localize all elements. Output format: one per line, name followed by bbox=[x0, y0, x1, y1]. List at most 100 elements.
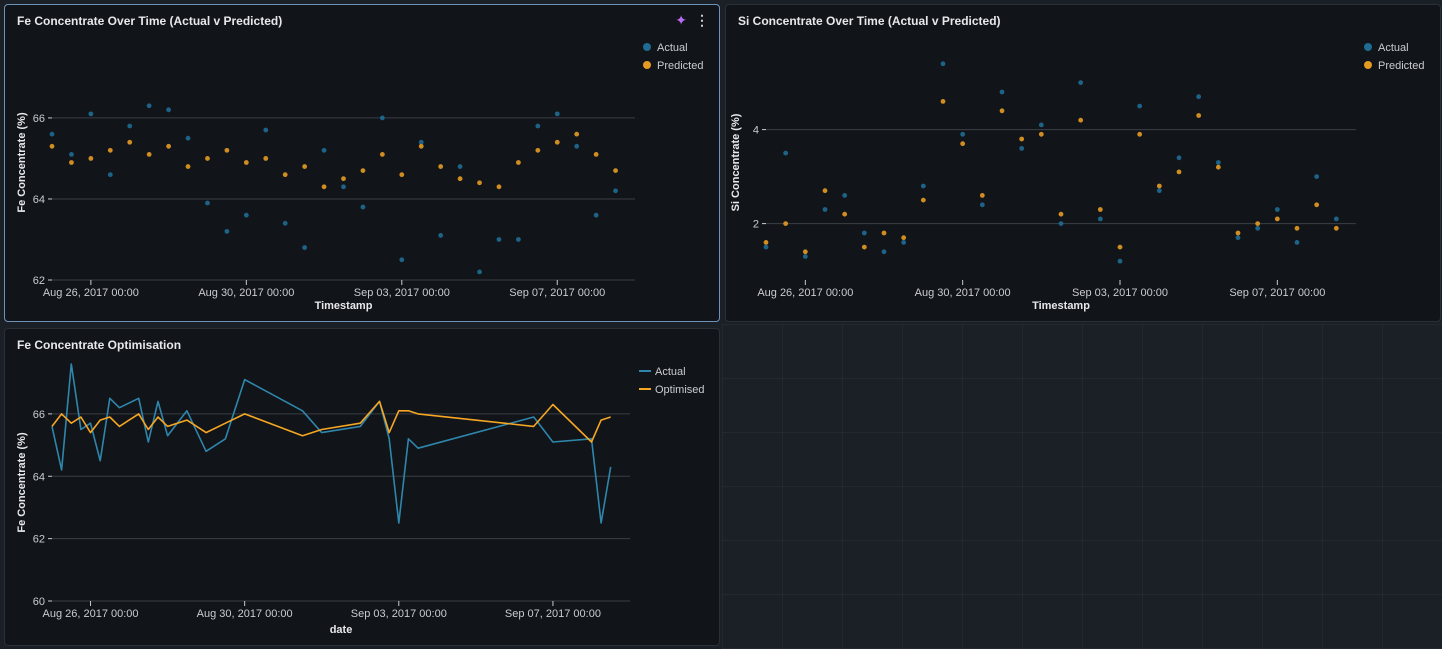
data-point-actual bbox=[783, 150, 789, 156]
fe-scatter-chart: 62 64 66 Aug 26, 2017 00:00 Aug 30, 2017 00:… bbox=[16, 42, 703, 312]
y-tick-label: 66 bbox=[33, 409, 45, 421]
data-point-actual bbox=[763, 244, 769, 250]
y-tick-label: 2 bbox=[753, 219, 759, 231]
data-point-predicted bbox=[302, 164, 308, 169]
data-point-actual bbox=[1137, 103, 1143, 109]
data-point-predicted bbox=[1255, 221, 1261, 227]
data-point-actual bbox=[1176, 155, 1182, 161]
data-point-actual bbox=[1235, 235, 1241, 241]
legend-label: Predicted bbox=[657, 60, 703, 72]
legend-label: Optimised bbox=[655, 384, 705, 396]
si-scatter-chart: 2 4 Aug 26, 2017 00:00 Aug 30, 2017 00:00 Se… bbox=[730, 42, 1424, 312]
x-tick-label: Sep 07, 2017 00:00 bbox=[1229, 287, 1325, 299]
data-point-actual bbox=[613, 188, 618, 194]
y-tick-label: 62 bbox=[33, 534, 45, 546]
data-point-predicted bbox=[185, 164, 191, 169]
data-point-predicted bbox=[613, 168, 618, 174]
si-concentrate-panel[interactable]: Si Concentrate Over Time (Actual v Predi… bbox=[725, 4, 1441, 322]
data-point-predicted bbox=[1176, 169, 1182, 175]
data-point-predicted bbox=[341, 176, 346, 182]
y-axis-title: Si Concentrate (%) bbox=[730, 113, 742, 211]
x-tick-label: Aug 26, 2017 00:00 bbox=[43, 608, 139, 620]
data-point-actual bbox=[802, 254, 808, 259]
x-tick-label: Sep 03, 2017 00:00 bbox=[351, 608, 447, 620]
data-point-predicted bbox=[802, 249, 808, 255]
x-tick-label: Sep 07, 2017 00:00 bbox=[505, 608, 601, 620]
data-point-actual bbox=[457, 164, 463, 169]
data-point-predicted bbox=[1117, 244, 1123, 250]
data-point-actual bbox=[516, 237, 521, 242]
data-point-actual bbox=[302, 245, 308, 250]
legend-swatch bbox=[1364, 43, 1372, 51]
data-point-actual bbox=[554, 111, 560, 117]
data-point-predicted bbox=[920, 197, 926, 203]
data-point-actual bbox=[224, 228, 230, 234]
data-point-actual bbox=[960, 131, 966, 137]
legend-label: Actual bbox=[655, 366, 686, 378]
legend-swatch bbox=[643, 61, 651, 69]
data-point-actual bbox=[920, 183, 926, 189]
y-tick-label: 4 bbox=[753, 125, 759, 137]
data-point-actual bbox=[861, 230, 867, 236]
fe-optimisation-panel[interactable]: Fe Concentrate Optimisation 60 62 64 66 Aug … bbox=[4, 328, 720, 646]
data-point-predicted bbox=[418, 143, 424, 149]
y-tick-label: 64 bbox=[33, 471, 45, 483]
data-point-predicted bbox=[1294, 225, 1300, 231]
data-point-actual bbox=[1274, 207, 1280, 212]
data-point-actual bbox=[1333, 216, 1339, 222]
data-point-actual bbox=[1314, 174, 1320, 180]
data-point-predicted bbox=[861, 244, 867, 250]
empty-dashboard-grid bbox=[722, 324, 1442, 649]
data-point-predicted bbox=[224, 147, 230, 153]
fe-concentrate-panel[interactable]: Fe Concentrate Over Time (Actual v Predi… bbox=[4, 4, 720, 322]
data-point-predicted bbox=[535, 147, 541, 153]
data-point-actual bbox=[243, 212, 249, 218]
data-point-predicted bbox=[205, 156, 210, 161]
data-point-predicted bbox=[1156, 183, 1162, 189]
legend-label: Actual bbox=[1378, 42, 1409, 54]
data-point-predicted bbox=[516, 160, 521, 165]
series-line-optimised bbox=[51, 400, 611, 443]
data-point-actual bbox=[901, 240, 907, 245]
data-point-actual bbox=[1255, 225, 1261, 231]
data-point-predicted bbox=[881, 230, 887, 236]
data-point-actual bbox=[1058, 221, 1064, 227]
data-point-predicted bbox=[1078, 117, 1084, 123]
data-point-actual bbox=[1215, 160, 1221, 165]
y-tick-label: 62 bbox=[33, 275, 45, 287]
data-point-predicted bbox=[166, 143, 172, 149]
data-point-actual bbox=[1097, 216, 1103, 222]
data-point-predicted bbox=[263, 156, 269, 161]
data-point-predicted bbox=[1058, 211, 1064, 217]
data-point-actual bbox=[127, 123, 133, 129]
data-point-predicted bbox=[379, 151, 385, 157]
x-tick-label: Sep 03, 2017 00:00 bbox=[1072, 287, 1168, 299]
data-point-predicted bbox=[1235, 230, 1241, 236]
data-point-predicted bbox=[979, 193, 985, 198]
data-point-predicted bbox=[146, 151, 152, 157]
data-point-actual bbox=[822, 207, 828, 212]
x-axis-title: date bbox=[330, 624, 353, 636]
data-point-actual bbox=[496, 237, 502, 242]
data-point-predicted bbox=[822, 188, 828, 194]
data-point-predicted bbox=[763, 240, 769, 245]
data-point-actual bbox=[360, 204, 366, 210]
data-point-predicted bbox=[69, 160, 74, 165]
data-point-actual bbox=[979, 202, 985, 208]
data-point-predicted bbox=[321, 184, 327, 190]
optimisation-line-chart: 60 62 64 66 Aug 26, 2017 00:00 Aug 30, 2017 0… bbox=[16, 363, 705, 636]
data-point-actual bbox=[881, 249, 887, 255]
data-point-actual bbox=[379, 115, 385, 121]
data-point-predicted bbox=[554, 139, 560, 145]
data-point-actual bbox=[399, 257, 405, 263]
data-point-predicted bbox=[574, 131, 580, 137]
data-point-predicted bbox=[127, 139, 133, 145]
data-point-actual bbox=[1019, 146, 1025, 151]
data-point-actual bbox=[321, 147, 327, 153]
data-point-actual bbox=[166, 107, 172, 113]
data-point-actual bbox=[574, 143, 580, 149]
y-tick-label: 64 bbox=[33, 194, 45, 206]
data-point-predicted bbox=[1038, 131, 1044, 137]
legend-label: Actual bbox=[657, 42, 688, 54]
data-point-predicted bbox=[1097, 207, 1103, 212]
